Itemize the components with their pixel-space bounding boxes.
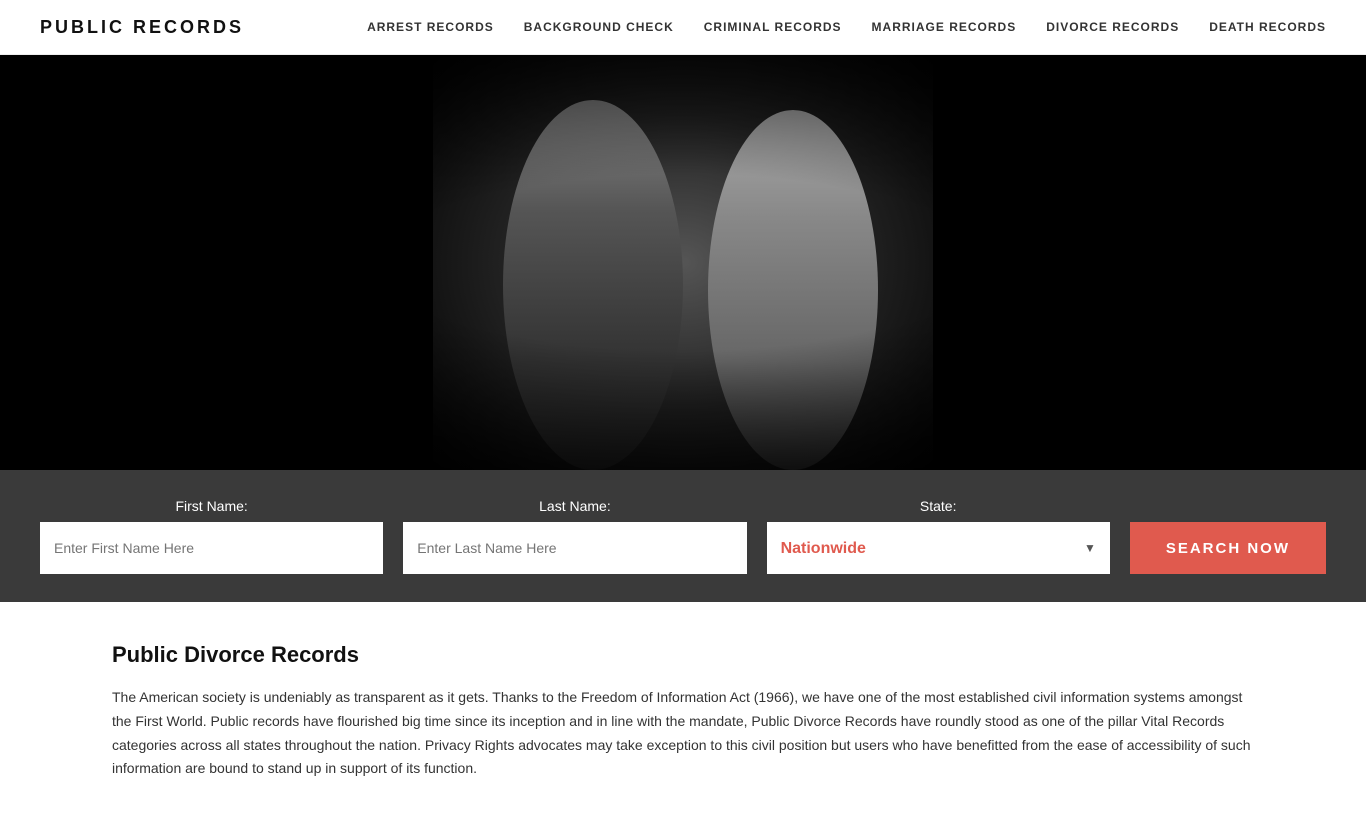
nav-item-background-check[interactable]: BACKGROUND CHECK [524, 20, 674, 34]
header: PUBLIC RECORDS ARREST RECORDS BACKGROUND … [0, 0, 1366, 55]
first-name-input[interactable] [40, 522, 383, 574]
hero-image [433, 55, 933, 470]
state-select[interactable]: NationwideAlabamaAlaskaArizonaArkansasCa… [767, 522, 1110, 574]
search-bar: First Name: Last Name: State: Nationwide… [0, 470, 1366, 602]
hero-section [0, 55, 1366, 470]
nav-item-arrest-records[interactable]: ARREST RECORDS [367, 20, 494, 34]
last-name-field-group: Last Name: [403, 498, 746, 574]
content-section: Public Divorce Records The American soci… [0, 602, 1366, 821]
person-right-silhouette [703, 110, 883, 470]
state-field-group: State: NationwideAlabamaAlaskaArizonaArk… [767, 498, 1110, 574]
state-select-wrapper: NationwideAlabamaAlaskaArizonaArkansasCa… [767, 522, 1110, 574]
search-now-button[interactable]: SEARCH NOW [1130, 522, 1326, 574]
site-logo[interactable]: PUBLIC RECORDS [40, 17, 244, 38]
state-label: State: [767, 498, 1110, 514]
nav-item-marriage-records[interactable]: MARRIAGE RECORDS [872, 20, 1017, 34]
person-left-silhouette [493, 100, 693, 470]
last-name-input[interactable] [403, 522, 746, 574]
content-title: Public Divorce Records [112, 642, 1254, 668]
nav-item-divorce-records[interactable]: DIVORCE RECORDS [1046, 20, 1179, 34]
main-nav: ARREST RECORDS BACKGROUND CHECK CRIMINAL R… [367, 20, 1326, 34]
nav-item-death-records[interactable]: DEATH RECORDS [1209, 20, 1326, 34]
first-name-field-group: First Name: [40, 498, 383, 574]
nav-item-criminal-records[interactable]: CRIMINAL RECORDS [704, 20, 842, 34]
last-name-label: Last Name: [403, 498, 746, 514]
first-name-label: First Name: [40, 498, 383, 514]
content-body: The American society is undeniably as tr… [112, 686, 1254, 781]
